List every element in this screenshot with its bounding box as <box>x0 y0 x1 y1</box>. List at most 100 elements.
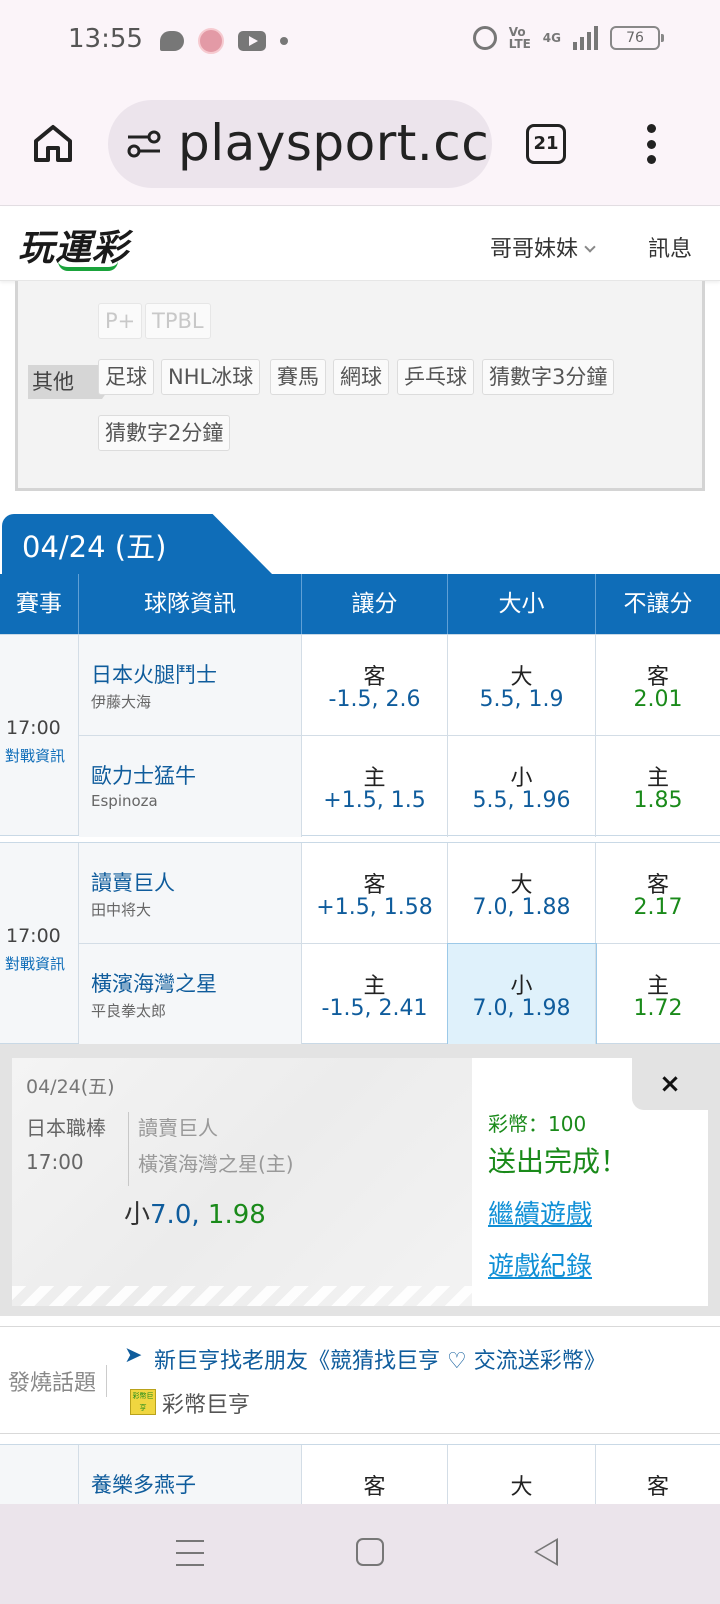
header-moneyline: 不讓分 <box>623 591 693 617</box>
game-time-cell: 17:00 對戰資訊 <box>0 635 79 835</box>
matchup-info-link[interactable]: 對戰資訊 <box>5 953 65 974</box>
team-row-away: 讀賣巨人 田中将大 客 +1.5, 1.58 大 7.0, 1.88 客 2.1… <box>79 843 720 944</box>
continue-game-link[interactable]: 繼續遊戲 <box>488 1194 592 1231</box>
bet-slip-details: 04/24(五) 日本職棒 17:00 讀賣巨人 橫濱海灣之星(主) 小7.0,… <box>12 1058 472 1306</box>
home-nav-button[interactable] <box>356 1538 384 1566</box>
spread-odds-button[interactable]: 客 <box>302 1445 448 1504</box>
odds-table-header: 賽事 球隊資訊 讓分 大小 不讓分 <box>0 574 720 634</box>
game-row-partial: 養樂多燕子 客 大 客 <box>0 1444 720 1504</box>
status-bar: 13:55 Vo LTE 4G 76 <box>0 0 720 82</box>
category-chip-soccer[interactable]: 足球 <box>98 359 154 395</box>
team-name[interactable]: 養樂多燕子 <box>91 1469 196 1499</box>
system-nav-bar <box>0 1504 720 1604</box>
category-chip-nhl[interactable]: NHL冰球 <box>161 359 261 395</box>
odds-value: 1.85 <box>633 788 683 813</box>
category-label-other: 其他 <box>28 365 114 399</box>
moneyline-odds-button[interactable]: 主 1.72 <box>596 944 720 1045</box>
moneyline-odds-button[interactable]: 客 2.01 <box>596 635 720 735</box>
network-generation: 4G <box>542 31 561 45</box>
status-time: 13:55 <box>68 24 143 54</box>
total-odds-button[interactable]: 大 5.5, 1.9 <box>448 635 596 735</box>
category-chip-tennis[interactable]: 網球 <box>333 359 389 395</box>
category-chip[interactable]: P+ <box>98 303 143 339</box>
chat-bubble-icon <box>160 31 184 51</box>
game-row: 17:00 對戰資訊 日本火腿鬥士 伊藤大海 客 -1.5, 2.6 大 5.5… <box>0 634 720 837</box>
topic-author[interactable]: 彩幣巨亨 <box>162 1387 250 1419</box>
hot-topic-link[interactable]: 新巨亨找老朋友《競猜找巨亨 ♡ 交流送彩幣》 <box>154 1343 606 1375</box>
chevron-down-icon <box>584 241 596 253</box>
team-row-away: 日本火腿鬥士 伊藤大海 客 -1.5, 2.6 大 5.5, 1.9 客 2.0… <box>79 635 720 736</box>
ticket-edge <box>12 1286 472 1306</box>
user-menu-label: 哥哥妹妹 <box>490 237 579 262</box>
app-avatar-icon <box>198 28 224 54</box>
bet-confirmation-card: 04/24(五) 日本職棒 17:00 讀賣巨人 橫濱海灣之星(主) 小7.0,… <box>12 1058 708 1306</box>
team-row-home: 歐力士猛牛 Espinoza 主 +1.5, 1.5 小 5.5, 1.96 主… <box>79 736 720 837</box>
category-chip-guess2[interactable]: 猜數字2分鐘 <box>98 415 231 451</box>
address-bar[interactable]: playsport.cc <box>108 100 492 188</box>
spread-odds-button[interactable]: 客 -1.5, 2.6 <box>302 635 448 735</box>
team-name[interactable]: 日本火腿鬥士 <box>91 659 217 689</box>
team-info-cell: 橫濱海灣之星 平良拳太郎 <box>79 944 302 1045</box>
recent-apps-button[interactable] <box>176 1540 204 1566</box>
coin-amount: 彩幣：100 <box>488 1112 587 1136</box>
moneyline-odds-button[interactable]: 客 2.17 <box>596 843 720 943</box>
spread-odds-button[interactable]: 客 +1.5, 1.58 <box>302 843 448 943</box>
category-chip-pingpong[interactable]: 乒乓球 <box>397 359 474 395</box>
game-time-cell: 17:00 對戰資訊 <box>0 843 79 1043</box>
date-tab-label: 04/24 (五) <box>22 530 167 564</box>
odds-label: 大 <box>510 1475 533 1500</box>
game-row: 17:00 對戰資訊 讀賣巨人 田中将大 客 +1.5, 1.58 大 7.0,… <box>0 842 720 1046</box>
odds-value: 5.5, 1.96 <box>472 788 571 813</box>
slip-pick-label: 小 <box>124 1200 151 1230</box>
volte-indicator: Vo LTE <box>508 25 531 51</box>
youtube-icon <box>238 31 266 51</box>
battery-icon: 76 <box>610 26 664 50</box>
messages-link[interactable]: 訊息 <box>648 231 692 263</box>
date-tab: 04/24 (五) <box>2 514 272 574</box>
odds-value: +1.5, 1.58 <box>316 895 433 920</box>
more-notifications-icon <box>280 37 288 45</box>
logo-swoosh <box>58 261 118 271</box>
pitcher-name: Espinoza <box>91 792 158 810</box>
spread-odds-button[interactable]: 主 -1.5, 2.41 <box>302 944 448 1045</box>
total-odds-button[interactable]: 小 5.5, 1.96 <box>448 736 596 837</box>
spread-odds-button[interactable]: 主 +1.5, 1.5 <box>302 736 448 837</box>
slip-pick-line: 7.0, <box>150 1200 208 1230</box>
game-time: 17:00 <box>6 925 61 947</box>
home-icon <box>34 125 72 162</box>
game-history-link[interactable]: 遊戲紀錄 <box>488 1246 592 1283</box>
header-spread: 讓分 <box>302 574 448 634</box>
total-odds-button[interactable]: 大 <box>448 1445 596 1504</box>
odds-label: 客 <box>646 1475 669 1500</box>
team-name[interactable]: 歐力士猛牛 <box>91 760 196 790</box>
browser-menu-button[interactable] <box>644 124 658 164</box>
moneyline-odds-button[interactable]: 客 <box>596 1445 720 1504</box>
pitcher-name: 田中将大 <box>91 901 152 919</box>
odds-value: 2.01 <box>633 687 683 712</box>
close-icon[interactable]: × <box>632 1058 708 1110</box>
url-text[interactable]: playsport.cc <box>178 114 489 172</box>
category-chip-guess3[interactable]: 猜數字3分鐘 <box>482 359 615 395</box>
user-menu[interactable]: 哥哥妹妹 <box>490 231 596 263</box>
site-settings-icon[interactable] <box>126 128 162 160</box>
hot-topic-bar: 發燒話題 ➤ 新巨亨找老朋友《競猜找巨亨 ♡ 交流送彩幣》 彩幣巨亨 彩幣巨亨 <box>0 1326 720 1434</box>
game-time: 17:00 <box>6 717 61 739</box>
odds-value: 7.0, 1.98 <box>472 996 571 1021</box>
alarm-icon <box>472 26 497 50</box>
tab-switcher-button[interactable]: 21 <box>526 124 566 164</box>
team-name[interactable]: 橫濱海灣之星 <box>91 968 217 998</box>
total-odds-button-selected[interactable]: 小 7.0, 1.98 <box>447 943 597 1046</box>
notification-icons <box>160 28 288 54</box>
back-button[interactable] <box>534 1538 558 1566</box>
slip-team-home: 橫濱海灣之星(主) <box>138 1152 294 1176</box>
moneyline-odds-button[interactable]: 主 1.85 <box>596 736 720 837</box>
odds-value: 5.5, 1.9 <box>479 687 564 712</box>
matchup-info-link[interactable]: 對戰資訊 <box>5 745 65 766</box>
category-chip[interactable]: TPBL <box>145 303 211 339</box>
total-odds-button[interactable]: 大 7.0, 1.88 <box>448 843 596 943</box>
slip-pick: 小7.0, 1.98 <box>124 1194 266 1231</box>
team-name[interactable]: 讀賣巨人 <box>91 867 175 897</box>
site-header: 玩運彩 哥哥妹妹 訊息 <box>0 207 720 281</box>
home-button[interactable] <box>30 120 76 166</box>
category-chip-horse[interactable]: 賽馬 <box>270 359 326 395</box>
